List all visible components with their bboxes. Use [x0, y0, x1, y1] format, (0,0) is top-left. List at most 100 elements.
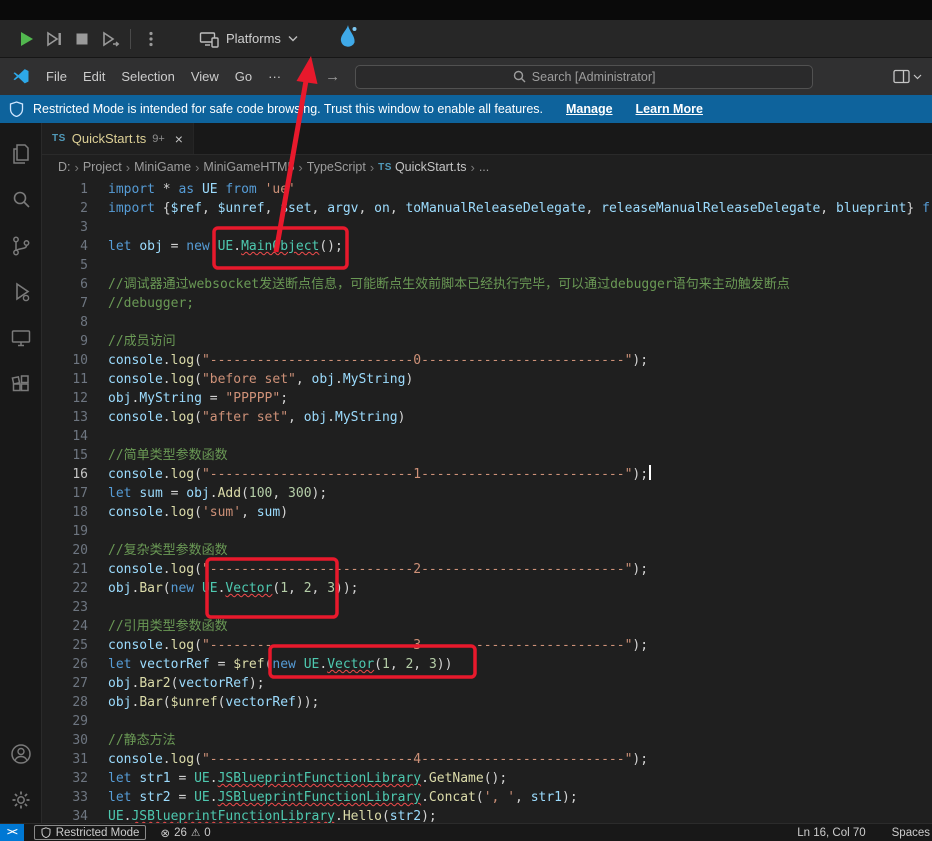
code-line[interactable]: 19 [42, 522, 932, 541]
search-input[interactable]: Search [Administrator] [355, 65, 813, 89]
menu-bar: FileEditSelectionViewGo··· [38, 65, 289, 88]
step-button[interactable] [40, 25, 68, 53]
menu-item-file[interactable]: File [38, 65, 75, 88]
code-line[interactable]: 33let str2 = UE.JSBlueprintFunctionLibra… [42, 788, 932, 807]
code-line[interactable]: 24//引用类型参数函数 [42, 617, 932, 636]
layout-customize-button[interactable] [893, 69, 922, 84]
breadcrumb-item[interactable]: MiniGame [134, 160, 191, 174]
breadcrumb-item[interactable]: D: [58, 160, 71, 174]
line-content: let str1 = UE.JSBlueprintFunctionLibrary… [108, 771, 507, 786]
menu-item-go[interactable]: Go [227, 65, 260, 88]
back-arrow-button[interactable]: ← [289, 68, 318, 85]
code-line[interactable]: 15//简单类型参数函数 [42, 446, 932, 465]
indentation-status[interactable]: Spaces [892, 827, 930, 839]
code-line[interactable]: 13console.log("after set", obj.MyString) [42, 408, 932, 427]
line-number: 11 [42, 370, 88, 389]
sidebar-item-remote-explorer[interactable] [0, 315, 42, 361]
search-icon [9, 188, 33, 212]
code-line[interactable]: 34UE.JSBlueprintFunctionLibrary.Hello(st… [42, 807, 932, 823]
breadcrumb-separator: › [297, 160, 303, 175]
line-number: 20 [42, 541, 88, 560]
code-line[interactable]: 17let sum = obj.Add(100, 300); [42, 484, 932, 503]
code-line[interactable]: 10console.log("-------------------------… [42, 351, 932, 370]
line-number: 21 [42, 560, 88, 579]
remote-indicator-button[interactable]: >< [0, 824, 24, 841]
code-line[interactable]: 14 [42, 427, 932, 446]
restricted-mode-status[interactable]: Restricted Mode [34, 825, 147, 840]
code-line[interactable]: 1import * as UE from 'ue' [42, 180, 932, 199]
line-number: 7 [42, 294, 88, 313]
launch-button[interactable] [96, 25, 124, 53]
breadcrumb-item[interactable]: ... [479, 160, 489, 174]
line-number: 1 [42, 180, 88, 199]
problems-status[interactable]: ⊗ 26 ⚠ 0 [160, 826, 210, 840]
code-line[interactable]: 6//调试器通过websocket发送断点信息，可能断点生效前脚本已经执行完毕，… [42, 275, 932, 294]
tab-quickstart-ts[interactable]: TS QuickStart.ts 9+ × [42, 123, 194, 154]
code-line[interactable]: 2import {$ref, $unref, $set, argv, on, t… [42, 199, 932, 218]
manage-link[interactable]: Manage [566, 102, 613, 116]
step-icon [44, 29, 64, 49]
line-number: 5 [42, 256, 88, 275]
puerts-icon-button[interactable] [334, 23, 360, 54]
menu-item-[interactable]: ··· [260, 65, 289, 88]
play-button[interactable] [12, 25, 40, 53]
warning-icon: ⚠ [191, 827, 200, 839]
code-line[interactable]: 25console.log("-------------------------… [42, 636, 932, 655]
menu-item-view[interactable]: View [183, 65, 227, 88]
breadcrumb-item[interactable]: QuickStart.ts [395, 160, 467, 174]
main-area: TS QuickStart.ts 9+ × D:›Project›MiniGam… [0, 123, 932, 823]
line-content: console.log("after set", obj.MyString) [108, 410, 405, 425]
breadcrumb-item[interactable]: Project [83, 160, 122, 174]
code-line[interactable]: 27obj.Bar2(vectorRef); [42, 674, 932, 693]
line-number: 24 [42, 617, 88, 636]
code-line[interactable]: 32let str1 = UE.JSBlueprintFunctionLibra… [42, 769, 932, 788]
code-line[interactable]: 22obj.Bar(new UE.Vector(1, 2, 3)); [42, 579, 932, 598]
line-number: 27 [42, 674, 88, 693]
code-line[interactable]: 12obj.MyString = "PPPPP"; [42, 389, 932, 408]
code-line[interactable]: 23 [42, 598, 932, 617]
line-number: 33 [42, 788, 88, 807]
line-content: //简单类型参数函数 [108, 448, 228, 463]
code-line[interactable]: 7//debugger; [42, 294, 932, 313]
sidebar-item-extensions[interactable] [0, 361, 42, 407]
code-line[interactable]: 3 [42, 218, 932, 237]
code-line[interactable]: 21console.log("-------------------------… [42, 560, 932, 579]
learn-more-link[interactable]: Learn More [636, 102, 703, 116]
close-icon[interactable]: × [175, 131, 183, 147]
line-number: 17 [42, 484, 88, 503]
stop-button[interactable] [68, 25, 96, 53]
settings-button[interactable] [0, 777, 42, 823]
code-line[interactable]: 16console.log("-------------------------… [42, 465, 932, 484]
code-line[interactable]: 26let vectorRef = $ref(new UE.Vector(1, … [42, 655, 932, 674]
sidebar-item-explorer[interactable] [0, 131, 42, 177]
code-line[interactable]: 29 [42, 712, 932, 731]
ue-toolbar: Platforms [0, 20, 932, 58]
platforms-dropdown[interactable]: Platforms [199, 30, 298, 48]
stop-icon [72, 29, 92, 49]
menu-item-edit[interactable]: Edit [75, 65, 113, 88]
code-line[interactable]: 11console.log("before set", obj.MyString… [42, 370, 932, 389]
code-line[interactable]: 30//静态方法 [42, 731, 932, 750]
code-editor[interactable]: 1import * as UE from 'ue'2import {$ref, … [42, 179, 932, 823]
breadcrumb-item[interactable]: TypeScript [307, 160, 366, 174]
code-line[interactable]: 9//成员访问 [42, 332, 932, 351]
search-label: Search [Administrator] [532, 70, 656, 84]
forward-arrow-button[interactable]: → [318, 68, 347, 85]
breadcrumb-item[interactable]: MiniGameHTM5 [203, 160, 294, 174]
cursor-position-status[interactable]: Ln 16, Col 70 [797, 827, 865, 839]
code-line[interactable]: 8 [42, 313, 932, 332]
code-line[interactable]: 28obj.Bar($unref(vectorRef)); [42, 693, 932, 712]
sidebar-item-search[interactable] [0, 177, 42, 223]
error-count: 26 [174, 827, 187, 839]
code-line[interactable]: 4let obj = new UE.MainObject(); [42, 237, 932, 256]
toolbar-more-button[interactable] [137, 25, 165, 53]
sidebar-item-source-control[interactable] [0, 223, 42, 269]
code-line[interactable]: 31console.log("-------------------------… [42, 750, 932, 769]
play-icon [16, 29, 36, 49]
code-line[interactable]: 18console.log('sum', sum) [42, 503, 932, 522]
account-button[interactable] [0, 731, 42, 777]
sidebar-item-run-debug[interactable] [0, 269, 42, 315]
menu-item-selection[interactable]: Selection [113, 65, 182, 88]
code-line[interactable]: 20//复杂类型参数函数 [42, 541, 932, 560]
code-line[interactable]: 5 [42, 256, 932, 275]
